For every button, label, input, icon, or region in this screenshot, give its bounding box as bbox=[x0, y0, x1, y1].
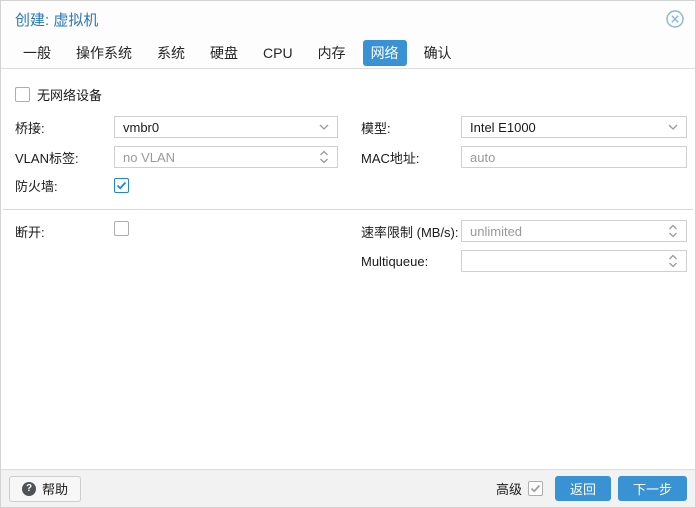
multiqueue-label: Multiqueue: bbox=[361, 254, 461, 269]
page-title: 创建: 虚拟机 bbox=[15, 9, 665, 30]
mac-address-input[interactable]: auto bbox=[461, 146, 687, 168]
tab-memory[interactable]: 内存 bbox=[310, 40, 354, 66]
next-button[interactable]: 下一步 bbox=[618, 476, 687, 501]
bridge-label: 桥接: bbox=[15, 118, 114, 137]
mac-address-placeholder: auto bbox=[470, 150, 682, 165]
advanced-label: 高级 bbox=[496, 479, 522, 498]
no-network-device-label: 无网络设备 bbox=[37, 85, 102, 104]
spinner-arrows-icon[interactable] bbox=[664, 221, 682, 241]
tab-os[interactable]: 操作系统 bbox=[68, 40, 140, 66]
no-network-device-checkbox[interactable] bbox=[15, 87, 30, 102]
tab-system[interactable]: 系统 bbox=[149, 40, 193, 66]
rate-limit-label: 速率限制 (MB/s): bbox=[361, 222, 461, 241]
mac-address-label: MAC地址: bbox=[361, 148, 461, 167]
bridge-value: vmbr0 bbox=[123, 120, 315, 135]
chevron-down-icon[interactable] bbox=[664, 117, 682, 137]
create-vm-dialog: 创建: 虚拟机 一般 操作系统 系统 硬盘 CPU 内存 网络 确认 无网络设备… bbox=[0, 0, 696, 508]
chevron-down-icon[interactable] bbox=[315, 117, 333, 137]
help-button-label: 帮助 bbox=[42, 479, 68, 498]
rate-limit-placeholder: unlimited bbox=[470, 224, 664, 239]
bridge-select[interactable]: vmbr0 bbox=[114, 116, 338, 138]
section-divider bbox=[3, 209, 693, 210]
tab-general[interactable]: 一般 bbox=[15, 40, 59, 66]
disconnect-label: 断开: bbox=[15, 222, 114, 241]
network-form: 无网络设备 桥接: vmbr0 模型: Intel E1000 bbox=[1, 69, 695, 272]
spinner-arrows-icon[interactable] bbox=[315, 147, 333, 167]
tab-confirm[interactable]: 确认 bbox=[416, 40, 460, 66]
model-value: Intel E1000 bbox=[470, 120, 664, 135]
check-icon bbox=[530, 483, 541, 494]
rate-limit-input[interactable]: unlimited bbox=[461, 220, 687, 242]
vlan-tag-input[interactable]: no VLAN bbox=[114, 146, 338, 168]
model-select[interactable]: Intel E1000 bbox=[461, 116, 687, 138]
vlan-tag-placeholder: no VLAN bbox=[123, 150, 315, 165]
tab-network[interactable]: 网络 bbox=[363, 40, 407, 66]
multiqueue-input[interactable] bbox=[461, 250, 687, 272]
firewall-label: 防火墙: bbox=[15, 176, 114, 195]
disconnect-checkbox[interactable] bbox=[114, 221, 129, 236]
help-icon: ? bbox=[22, 482, 36, 496]
wizard-tabbar: 一般 操作系统 系统 硬盘 CPU 内存 网络 确认 bbox=[1, 37, 695, 69]
check-icon bbox=[116, 180, 127, 191]
vlan-tag-label: VLAN标签: bbox=[15, 148, 114, 167]
spinner-arrows-icon[interactable] bbox=[664, 251, 682, 271]
firewall-checkbox[interactable] bbox=[114, 178, 129, 193]
tab-disks[interactable]: 硬盘 bbox=[202, 40, 246, 66]
model-label: 模型: bbox=[361, 118, 461, 137]
close-icon[interactable] bbox=[665, 9, 685, 29]
tab-cpu[interactable]: CPU bbox=[255, 42, 301, 64]
help-button[interactable]: ? 帮助 bbox=[9, 476, 81, 502]
back-button[interactable]: 返回 bbox=[555, 476, 611, 501]
advanced-checkbox[interactable] bbox=[528, 481, 543, 496]
dialog-footer: ? 帮助 高级 返回 下一步 bbox=[1, 469, 695, 507]
dialog-header: 创建: 虚拟机 bbox=[1, 1, 695, 37]
